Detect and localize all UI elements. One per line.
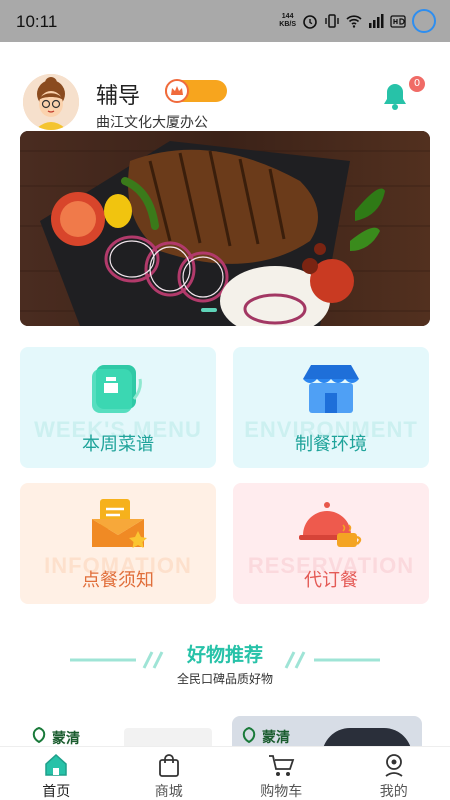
user-name: 辅导 [96,84,141,109]
banner-carousel[interactable] [20,131,430,326]
avatar[interactable] [23,74,79,130]
hd-signal-icon [390,15,406,28]
alarm-icon [303,15,317,29]
header: 辅导 曲江文化大厦办公 [0,60,450,134]
product-brand: 蒙清 [52,731,80,747]
location-text: 曲江文化大厦办公 [96,115,208,131]
cart-icon [269,755,295,776]
envelope-star-icon [92,499,147,548]
notification-badge: 0 [409,76,425,92]
card-ordering-info[interactable]: INFOMATION 点餐须知 [20,483,216,604]
card-label: 点餐须知 [82,570,154,591]
card-label: 本周菜谱 [82,434,154,455]
home-icon [45,753,67,776]
status-icons: 144 KB/S [279,8,436,34]
cloche-icon [299,502,362,547]
status-bar: 10:11 144 KB/S [0,0,450,42]
carousel-indicator [201,308,217,312]
nav-item-mall[interactable]: 商城 [113,747,226,800]
shopping-bag-icon [158,754,179,777]
card-label: 制餐环境 [295,434,367,455]
nav-item-home[interactable]: 首页 [0,747,113,800]
battery-ring-icon [412,9,436,33]
wifi-icon [346,15,362,28]
carousel-dot[interactable] [201,308,217,312]
brand-logo-icon [242,726,256,744]
crown-icon [165,79,189,103]
status-time: 10:11 [16,12,58,31]
storefront-icon [303,365,359,413]
bell-icon[interactable] [378,78,412,112]
nav-label: 我的 [379,784,408,800]
net-speed-unit: KB/S [279,21,296,28]
banner-food-image [20,131,430,326]
product-brand: 蒙清 [262,730,290,746]
brand-logo-icon [32,726,46,744]
nav-item-profile[interactable]: 我的 [338,747,450,800]
bottom-nav: 首页 商城 购物车 我的 [0,746,450,800]
avatar-illustration [23,74,79,130]
nav-label: 购物车 [260,784,303,800]
section-title: 好物推荐 [186,644,263,666]
net-speed: 144 KB/S [279,13,296,29]
section-subtitle: 全民口碑品质好物 [176,672,273,686]
menu-book-icon [92,365,142,413]
vip-toggle[interactable] [165,79,227,103]
net-speed-value: 144 [281,13,294,20]
profile-icon [385,754,403,777]
product-card[interactable]: 蒙清 [232,716,422,750]
product-list: 蒙清 蒙清 [0,712,450,750]
nav-label: 商城 [154,784,183,800]
card-reservation[interactable]: RESERVATION 代订餐 [233,483,429,604]
card-label: 代订餐 [304,570,358,591]
card-environment[interactable]: ENVIRONMENT 制餐环境 [233,347,429,468]
card-weekly-menu[interactable]: WEEK'S MENU 本周菜谱 [20,347,216,468]
nav-label: 首页 [42,784,71,800]
app-screen: 10:11 144 KB/S 辅导 曲江文化大厦办公 0 WEEK'S MENU… [0,0,450,800]
vibrate-icon [325,14,339,28]
signal-icon [369,14,384,28]
nav-item-cart[interactable]: 购物车 [225,747,338,800]
